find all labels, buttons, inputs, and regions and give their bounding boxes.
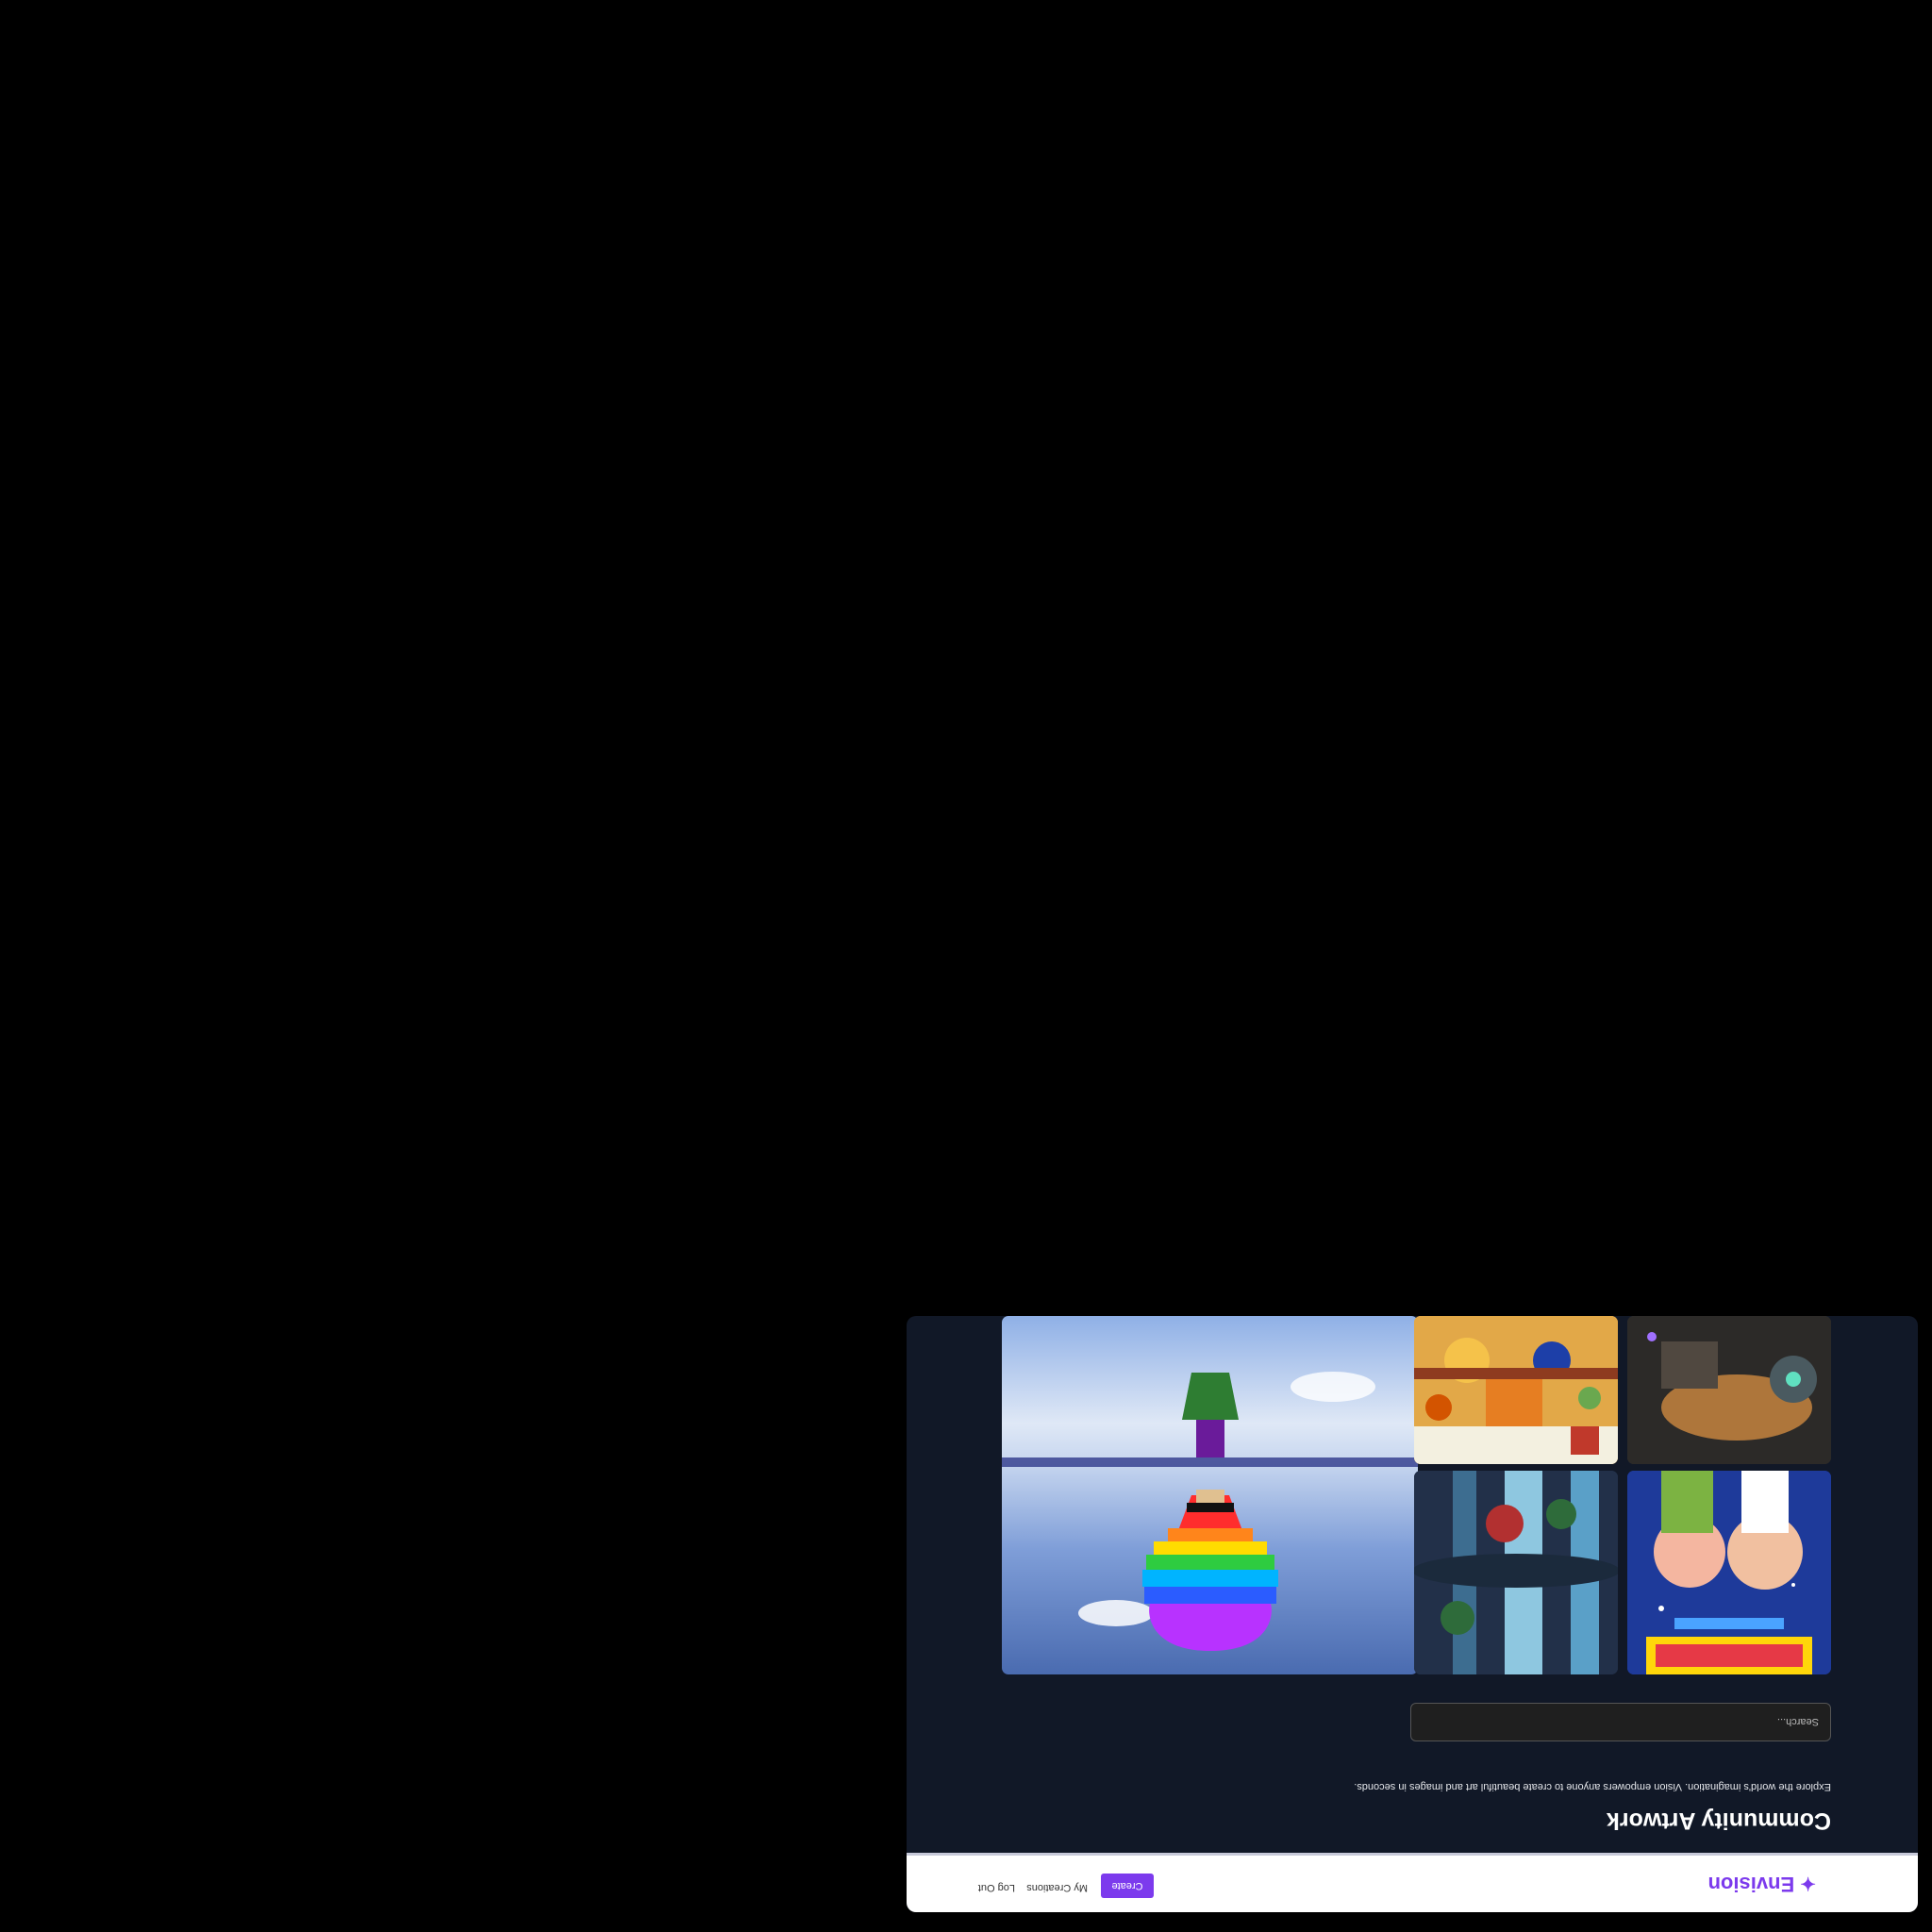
comic-stars-poster-image[interactable] xyxy=(1627,1471,1831,1674)
balloon-illustration xyxy=(1002,1372,1418,1651)
city-illustration xyxy=(1414,1471,1618,1674)
create-button[interactable]: Create xyxy=(1101,1874,1154,1898)
screen: ✦ Envision Create My Creations Log Out C… xyxy=(0,0,1932,1932)
brand-logo[interactable]: ✦ Envision xyxy=(1708,1872,1816,1896)
page-subtitle: Explore the world's imagination. Vision … xyxy=(1354,1781,1831,1792)
market-scene-image[interactable] xyxy=(1414,1316,1618,1464)
brand-name: Envision xyxy=(1707,1873,1795,1896)
my-creations-link[interactable]: My Creations xyxy=(1026,1882,1088,1893)
robot-scene-image[interactable] xyxy=(1627,1316,1831,1464)
futuristic-city-image[interactable] xyxy=(1414,1471,1618,1674)
market-illustration xyxy=(1414,1316,1618,1464)
top-navbar: ✦ Envision Create My Creations Log Out xyxy=(907,1853,1918,1912)
sparkle-icon: ✦ xyxy=(1800,1873,1816,1894)
robot-illustration xyxy=(1627,1316,1831,1464)
logout-link[interactable]: Log Out xyxy=(978,1882,1015,1893)
search-input[interactable] xyxy=(1410,1703,1831,1741)
comic-poster-illustration xyxy=(1627,1471,1831,1674)
browser-window: ✦ Envision Create My Creations Log Out C… xyxy=(907,1316,1918,1912)
page-title: Community Artwork xyxy=(1607,1807,1831,1834)
rainbow-balloon-image[interactable] xyxy=(1002,1316,1418,1674)
